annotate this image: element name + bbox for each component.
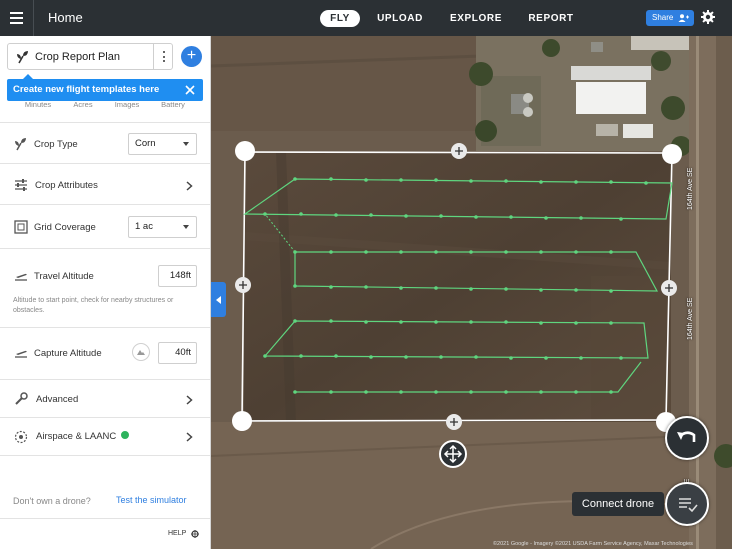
crop-type-label: Crop Type: [34, 139, 78, 150]
tab-explore[interactable]: EXPLORE: [446, 10, 506, 27]
chevron-left-icon: [216, 296, 221, 304]
menu-button[interactable]: [0, 0, 34, 36]
stat-images-label: Images: [114, 100, 140, 109]
add-user-icon: [678, 14, 689, 22]
satellite-map[interactable]: [211, 36, 732, 549]
airspace-row[interactable]: Airspace & LAANC: [0, 417, 210, 455]
sidebar: Crop Report Plan + Create new flight tem…: [0, 36, 211, 549]
help-bar: HELP: [0, 518, 210, 549]
chevron-right-icon: [186, 181, 193, 191]
grid-icon: [14, 220, 28, 234]
capture-altitude-label: Capture Altitude: [34, 348, 102, 359]
help-icon[interactable]: [191, 530, 199, 538]
crop-type-select[interactable]: Corn: [128, 133, 197, 155]
tab-upload[interactable]: UPLOAD: [372, 10, 428, 27]
plan-name: Crop Report Plan: [35, 51, 120, 63]
crop-icon: [17, 51, 28, 64]
corner-handle[interactable]: [235, 141, 255, 161]
road-label: 164th Ave SE: [687, 297, 694, 340]
tab-report[interactable]: REPORT: [524, 10, 578, 27]
connect-drone-button[interactable]: [665, 482, 709, 526]
corner-handle[interactable]: [232, 411, 252, 431]
share-label: Share: [652, 13, 674, 22]
travel-altitude-input[interactable]: 148ft: [158, 265, 197, 287]
tab-fly[interactable]: FLY: [320, 10, 360, 27]
plane-takeoff-icon: [15, 273, 27, 281]
close-icon[interactable]: [185, 85, 195, 95]
map-view[interactable]: [211, 36, 732, 549]
grid-coverage-row: Grid Coverage 1 ac: [0, 204, 210, 248]
crop-type-row: Crop Type Corn: [0, 122, 210, 163]
sliders-icon: [15, 179, 27, 191]
crop-icon: [15, 138, 26, 151]
wrench-icon: [15, 392, 28, 405]
mountain-icon: [137, 350, 145, 355]
plan-selector[interactable]: Crop Report Plan: [7, 43, 173, 70]
status-indicator: [121, 431, 129, 439]
no-drone-text: Don't own a drone?: [13, 496, 91, 506]
airspace-icon: [14, 430, 28, 444]
page-title: Home: [48, 10, 83, 25]
stat-acres-label: Acres: [73, 100, 93, 109]
capture-altitude-input[interactable]: 40ft: [158, 342, 197, 364]
crop-attributes-label: Crop Attributes: [35, 180, 98, 191]
checklist-icon: [679, 498, 698, 513]
chevron-right-icon: [186, 432, 193, 442]
corner-handle[interactable]: [662, 144, 682, 164]
crop-attributes-row[interactable]: Crop Attributes: [0, 163, 210, 204]
test-simulator-link[interactable]: Test the simulator: [116, 495, 187, 505]
help-link[interactable]: HELP: [168, 530, 186, 537]
capture-altitude-row: Capture Altitude 40ft: [0, 327, 210, 379]
collapse-sidebar-button[interactable]: [211, 282, 226, 317]
more-options-icon[interactable]: [153, 44, 173, 69]
gear-icon[interactable]: [700, 9, 716, 25]
chevron-right-icon: [186, 395, 193, 405]
move-icon: [443, 444, 463, 464]
new-template-tooltip: Create new flight templates here: [7, 74, 203, 101]
share-button[interactable]: Share: [646, 10, 694, 26]
tooltip-text: Create new flight templates here: [13, 84, 160, 95]
connect-drone-label[interactable]: Connect drone: [572, 492, 664, 516]
grid-coverage-label: Grid Coverage: [34, 222, 96, 233]
undo-icon: [677, 431, 696, 442]
advanced-label: Advanced: [36, 394, 79, 405]
travel-altitude-label: Travel Altitude: [34, 271, 94, 282]
map-attribution: ©2021 Google - Imagery ©2021 USDA Farm S…: [493, 541, 693, 547]
advanced-row[interactable]: Advanced: [0, 379, 210, 417]
stat-battery-label: Battery: [161, 100, 185, 109]
chevron-down-icon: [183, 142, 189, 146]
move-plan-button[interactable]: [439, 440, 467, 468]
undo-button[interactable]: [665, 416, 709, 460]
chevron-down-icon: [183, 225, 189, 229]
add-plan-button[interactable]: +: [181, 46, 202, 67]
grid-coverage-select[interactable]: 1 ac: [128, 216, 197, 238]
road-label: 164th Ave SE: [687, 167, 694, 210]
stat-minutes-label: Minutes: [24, 100, 52, 109]
altitude-preview-button[interactable]: [132, 343, 150, 361]
menu-icon: [10, 12, 23, 14]
airspace-label: Airspace & LAANC: [36, 431, 117, 442]
top-bar: Home FLY UPLOAD EXPLORE REPORT Share: [0, 0, 732, 36]
travel-altitude-help: Altitude to start point, check for nearb…: [13, 297, 174, 314]
plane-icon: [15, 350, 27, 358]
